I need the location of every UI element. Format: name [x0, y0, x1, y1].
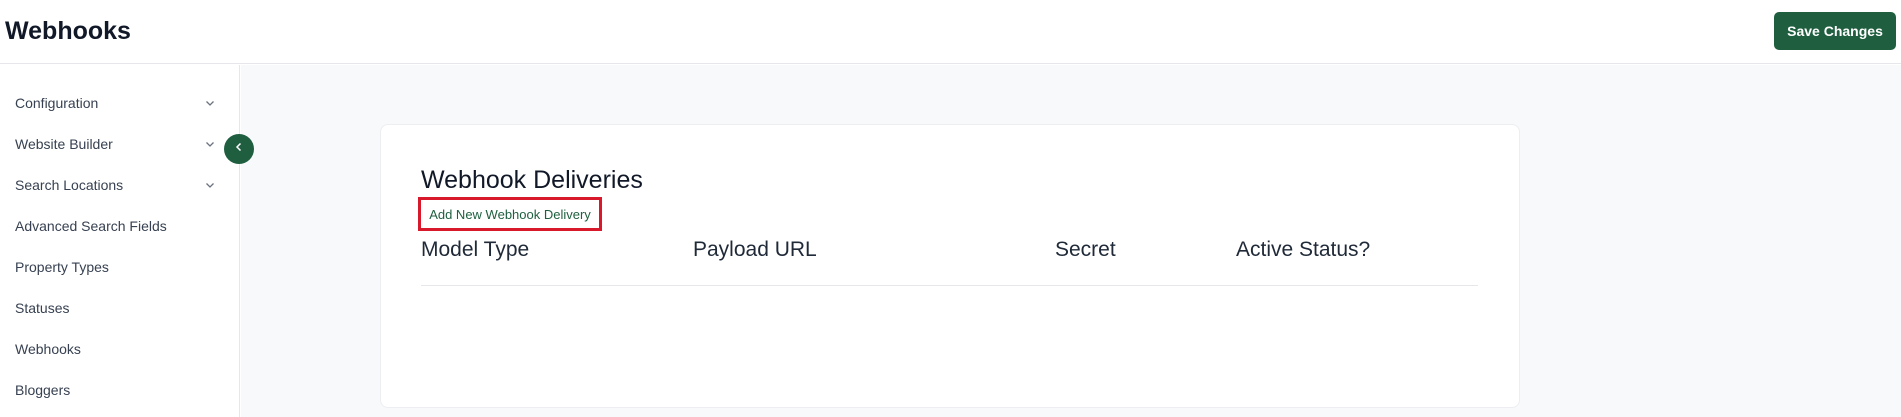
top-header: Webhooks Save Changes	[0, 0, 1901, 64]
column-header-payload-url: Payload URL	[693, 238, 817, 261]
sidebar-item-label: Statuses	[15, 300, 70, 316]
page-title: Webhooks	[5, 17, 131, 45]
sidebar-item-bloggers[interactable]: Bloggers	[15, 378, 215, 402]
chevron-down-icon	[205, 98, 215, 108]
save-changes-button[interactable]: Save Changes	[1774, 12, 1896, 50]
sidebar-item-label: Website Builder	[15, 136, 113, 152]
column-header-active-status: Active Status?	[1236, 238, 1371, 261]
sidebar-item-website-builder[interactable]: Website Builder	[15, 132, 215, 156]
sidebar-item-advanced-search-fields[interactable]: Advanced Search Fields	[15, 214, 215, 238]
table-header-divider	[421, 285, 1478, 286]
add-webhook-delivery-link[interactable]: Add New Webhook Delivery	[418, 197, 602, 231]
column-header-secret: Secret	[1055, 238, 1116, 261]
sidebar-item-search-locations[interactable]: Search Locations	[15, 173, 215, 197]
sidebar-item-label: Configuration	[15, 95, 99, 111]
sidebar-item-label: Advanced Search Fields	[15, 218, 167, 234]
sidebar-item-property-types[interactable]: Property Types	[15, 255, 215, 279]
sidebar-item-label: Bloggers	[15, 382, 71, 398]
card-title: Webhook Deliveries	[421, 166, 643, 194]
sidebar-item-webhooks[interactable]: Webhooks	[15, 337, 215, 361]
chevron-down-icon	[205, 180, 215, 190]
column-header-model-type: Model Type	[421, 238, 530, 261]
sidebar-item-label: Search Locations	[15, 177, 124, 193]
sidebar-item-label: Webhooks	[15, 341, 81, 357]
sidebar: Configuration Website Builder Search Loc…	[0, 65, 240, 417]
sidebar-collapse-button[interactable]	[224, 134, 254, 164]
chevron-down-icon	[205, 139, 215, 149]
sidebar-item-configuration[interactable]: Configuration	[15, 91, 215, 115]
sidebar-item-label: Property Types	[15, 259, 109, 275]
sidebar-item-statuses[interactable]: Statuses	[15, 296, 215, 320]
chevron-left-icon	[233, 140, 245, 158]
